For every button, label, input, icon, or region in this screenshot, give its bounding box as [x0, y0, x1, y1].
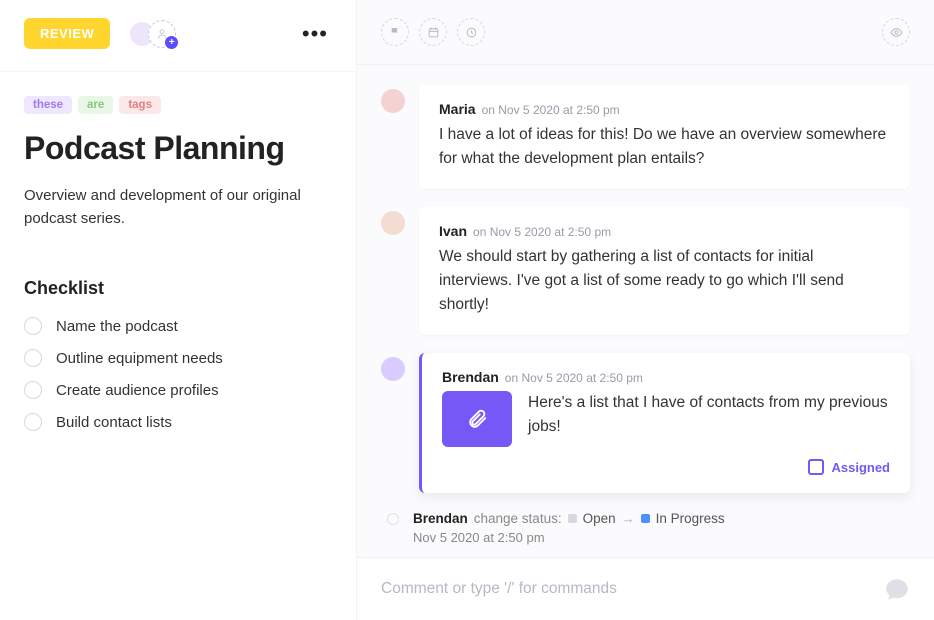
status-change-row: Brendan change status: Open → In Progres… — [381, 511, 910, 545]
status-line: Brendan change status: Open → In Progres… — [413, 511, 910, 526]
attachment-thumbnail[interactable] — [442, 391, 512, 447]
checklist-item[interactable]: Build contact lists — [24, 413, 332, 431]
assigned-badge[interactable]: Assigned — [442, 459, 890, 475]
page-title: Podcast Planning — [24, 130, 332, 167]
comment-input[interactable] — [381, 580, 872, 598]
status-time: Nov 5 2020 at 2:50 pm — [413, 530, 910, 545]
assigned-label: Assigned — [831, 460, 890, 475]
add-assignee-button[interactable]: + — [148, 20, 176, 48]
left-header: REVIEW + ••• — [0, 0, 356, 72]
watch-button[interactable] — [882, 18, 910, 46]
checkbox-circle-icon[interactable] — [24, 349, 42, 367]
status-content: Brendan change status: Open → In Progres… — [413, 511, 910, 545]
comment-avatar[interactable] — [381, 211, 405, 235]
right-panel: Maria on Nov 5 2020 at 2:50 pm I have a … — [357, 0, 934, 620]
checkbox-circle-icon[interactable] — [24, 317, 42, 335]
checkbox-circle-icon[interactable] — [24, 413, 42, 431]
comment-card: Maria on Nov 5 2020 at 2:50 pm I have a … — [419, 85, 910, 189]
status-dot-from-icon — [568, 514, 577, 523]
comment-author: Ivan — [439, 223, 467, 239]
comment-card-highlighted: Brendan on Nov 5 2020 at 2:50 pm Here's … — [419, 353, 910, 493]
comments-area: Maria on Nov 5 2020 at 2:50 pm I have a … — [357, 65, 934, 557]
more-menu-button[interactable]: ••• — [298, 21, 332, 47]
paperclip-icon — [466, 408, 488, 430]
left-panel: REVIEW + ••• these are tags Podcast Plan… — [0, 0, 357, 620]
checkbox-circle-icon[interactable] — [24, 381, 42, 399]
time-button[interactable] — [457, 18, 485, 46]
comment-row: Brendan on Nov 5 2020 at 2:50 pm Here's … — [381, 353, 910, 493]
flag-button[interactable] — [381, 18, 409, 46]
eye-icon — [890, 26, 903, 39]
clock-icon — [465, 26, 478, 39]
comment-avatar[interactable] — [381, 89, 405, 113]
tags-row: these are tags — [24, 96, 332, 114]
status-to: In Progress — [656, 511, 725, 526]
comment-header: Ivan on Nov 5 2020 at 2:50 pm — [439, 223, 890, 239]
checklist-item-label: Build contact lists — [56, 414, 172, 431]
checklist-item-label: Create audience profiles — [56, 382, 219, 399]
comment-row: Maria on Nov 5 2020 at 2:50 pm I have a … — [381, 85, 910, 189]
plus-badge-icon: + — [165, 36, 178, 49]
flag-icon — [389, 26, 402, 39]
assigned-checkbox-icon[interactable] — [808, 459, 824, 475]
comment-author: Brendan — [442, 369, 499, 385]
page-description: Overview and development of our original… — [24, 185, 332, 230]
arrow-right-icon: → — [622, 511, 635, 526]
calendar-button[interactable] — [419, 18, 447, 46]
checklist-item[interactable]: Name the podcast — [24, 317, 332, 335]
send-button[interactable] — [884, 576, 910, 602]
tag-item[interactable]: these — [24, 96, 72, 114]
left-body: these are tags Podcast Planning Overview… — [0, 72, 356, 445]
comment-row: Ivan on Nov 5 2020 at 2:50 pm We should … — [381, 207, 910, 335]
status-from: Open — [583, 511, 616, 526]
checklist-heading: Checklist — [24, 278, 332, 299]
comment-time: on Nov 5 2020 at 2:50 pm — [505, 371, 643, 385]
comment-header: Brendan on Nov 5 2020 at 2:50 pm — [442, 369, 890, 385]
review-button[interactable]: REVIEW — [24, 18, 110, 49]
comment-text: We should start by gathering a list of c… — [439, 245, 890, 317]
status-avatar — [387, 513, 399, 525]
checklist-item[interactable]: Outline equipment needs — [24, 349, 332, 367]
calendar-icon — [427, 26, 440, 39]
assignee-cluster: + — [128, 20, 176, 48]
compose-bar — [357, 557, 934, 620]
chat-bubble-icon — [884, 576, 910, 602]
checklist-item[interactable]: Create audience profiles — [24, 381, 332, 399]
comment-text: I have a lot of ideas for this! Do we ha… — [439, 123, 890, 171]
status-author: Brendan — [413, 511, 468, 526]
comment-author: Maria — [439, 101, 476, 117]
status-action: change status: — [474, 511, 562, 526]
comment-header: Maria on Nov 5 2020 at 2:50 pm — [439, 101, 890, 117]
checklist-item-label: Name the podcast — [56, 318, 178, 335]
tag-item[interactable]: are — [78, 96, 113, 114]
comment-avatar[interactable] — [381, 357, 405, 381]
checklist-item-label: Outline equipment needs — [56, 350, 223, 367]
tag-item[interactable]: tags — [119, 96, 161, 114]
comment-time: on Nov 5 2020 at 2:50 pm — [482, 103, 620, 117]
comment-text: Here's a list that I have of contacts fr… — [528, 391, 890, 439]
attachment-row: Here's a list that I have of contacts fr… — [442, 391, 890, 447]
comment-card: Ivan on Nov 5 2020 at 2:50 pm We should … — [419, 207, 910, 335]
right-header — [357, 0, 934, 65]
status-dot-to-icon — [641, 514, 650, 523]
comment-time: on Nov 5 2020 at 2:50 pm — [473, 225, 611, 239]
